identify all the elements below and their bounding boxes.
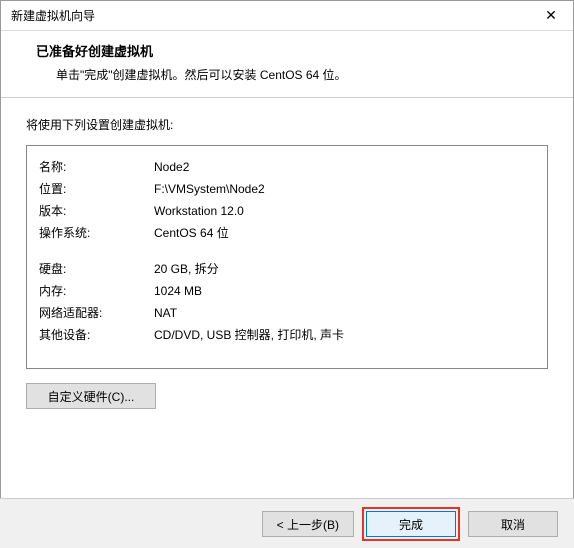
summary-row: 名称: Node2: [39, 156, 535, 178]
cancel-button[interactable]: 取消: [468, 511, 558, 537]
row-value: 20 GB, 拆分: [154, 258, 535, 280]
window-title: 新建虚拟机向导: [11, 7, 95, 24]
row-label: 操作系统:: [39, 222, 154, 244]
summary-row: 版本: Workstation 12.0: [39, 200, 535, 222]
customize-wrap: 自定义硬件(C)...: [26, 383, 548, 409]
row-value: CD/DVD, USB 控制器, 打印机, 声卡: [154, 324, 535, 346]
row-value: Node2: [154, 156, 535, 178]
page-heading: 已准备好创建虚拟机: [21, 41, 553, 60]
finish-highlight: 完成: [362, 507, 460, 541]
row-label: 名称:: [39, 156, 154, 178]
summary-row: 网络适配器: NAT: [39, 302, 535, 324]
back-button[interactable]: < 上一步(B): [262, 511, 354, 537]
wizard-header: 已准备好创建虚拟机 单击"完成"创建虚拟机。然后可以安装 CentOS 64 位…: [1, 31, 573, 98]
row-value: 1024 MB: [154, 280, 535, 302]
summary-row: 操作系统: CentOS 64 位: [39, 222, 535, 244]
row-value: CentOS 64 位: [154, 222, 535, 244]
customize-hardware-button[interactable]: 自定义硬件(C)...: [26, 383, 156, 409]
row-label: 内存:: [39, 280, 154, 302]
page-subheading: 单击"完成"创建虚拟机。然后可以安装 CentOS 64 位。: [21, 66, 553, 83]
row-label: 其他设备:: [39, 324, 154, 346]
row-label: 硬盘:: [39, 258, 154, 280]
close-icon[interactable]: ✕: [529, 1, 573, 31]
row-label: 位置:: [39, 178, 154, 200]
row-value: F:\VMSystem\Node2: [154, 178, 535, 200]
titlebar: 新建虚拟机向导 ✕: [1, 1, 573, 31]
intro-text: 将使用下列设置创建虚拟机:: [26, 116, 548, 133]
row-value: Workstation 12.0: [154, 200, 535, 222]
summary-row: 其他设备: CD/DVD, USB 控制器, 打印机, 声卡: [39, 324, 535, 346]
summary-row: 硬盘: 20 GB, 拆分: [39, 258, 535, 280]
spacer: [39, 244, 535, 258]
wizard-footer: < 上一步(B) 完成 取消: [0, 498, 574, 548]
summary-row: 内存: 1024 MB: [39, 280, 535, 302]
summary-row: 位置: F:\VMSystem\Node2: [39, 178, 535, 200]
row-label: 网络适配器:: [39, 302, 154, 324]
content-area: 将使用下列设置创建虚拟机: 名称: Node2 位置: F:\VMSystem\…: [1, 98, 573, 419]
row-value: NAT: [154, 302, 535, 324]
row-label: 版本:: [39, 200, 154, 222]
finish-button[interactable]: 完成: [366, 511, 456, 537]
summary-box: 名称: Node2 位置: F:\VMSystem\Node2 版本: Work…: [26, 145, 548, 369]
